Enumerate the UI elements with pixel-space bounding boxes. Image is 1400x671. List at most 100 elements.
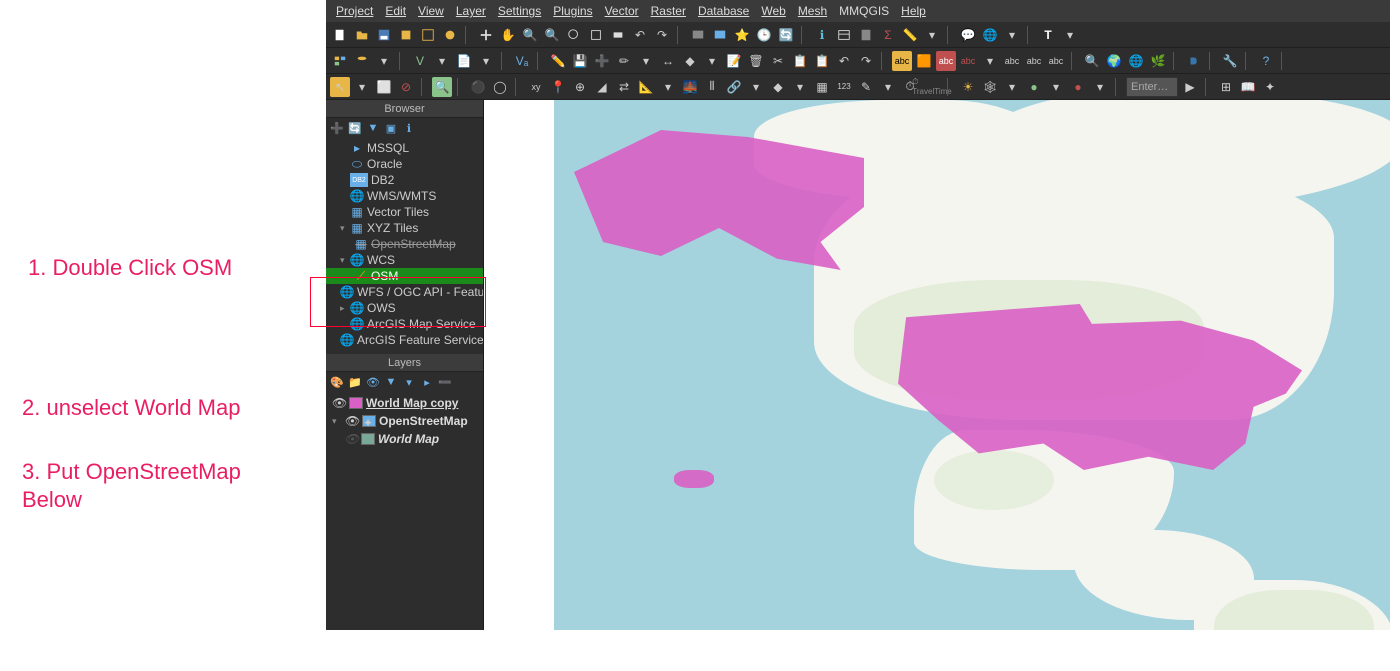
dropdown-icon[interactable]: ▾ — [702, 51, 722, 71]
deselect-all-icon[interactable]: ⊘ — [396, 77, 416, 97]
bridge-icon[interactable]: 🌉 — [680, 77, 700, 97]
browser-item-wms[interactable]: 🌐WMS/WMTS — [326, 188, 483, 204]
filter-browser-icon[interactable]: ▼ — [366, 121, 380, 135]
layout-manager-icon[interactable] — [418, 25, 438, 45]
menu-database[interactable]: Database — [692, 4, 755, 18]
visibility-toggle-icon[interactable]: 👁 — [345, 414, 359, 428]
route-icon[interactable]: 🔗 — [724, 77, 744, 97]
zoom-to-selection-icon[interactable] — [586, 25, 606, 45]
expression-run-icon[interactable]: ▶ — [1180, 77, 1200, 97]
menu-help[interactable]: Help — [895, 4, 932, 18]
zoom-next-icon[interactable]: ↷ — [652, 25, 672, 45]
traveltime-icon[interactable]: ⏱TravelTime — [922, 77, 942, 97]
conversion-icon[interactable]: ⇄ — [614, 77, 634, 97]
processing-circle-icon[interactable]: ◯ — [490, 77, 510, 97]
browser-item-vector-tiles[interactable]: ▦Vector Tiles — [326, 204, 483, 220]
save-edits-icon[interactable]: 💾 — [570, 51, 590, 71]
browser-item-xyz-tiles[interactable]: ▾▦XYZ Tiles — [326, 220, 483, 236]
browser-item-mssql[interactable]: ▸MSSQL — [326, 140, 483, 156]
change-label-icon[interactable]: abc — [1046, 51, 1066, 71]
python-console-icon[interactable] — [1184, 51, 1204, 71]
help-icon[interactable]: ? — [1256, 51, 1276, 71]
dropdown-icon[interactable]: ▾ — [922, 25, 942, 45]
browser-item-db2[interactable]: DB2DB2 — [326, 172, 483, 188]
map-tips-icon[interactable]: 💬 — [958, 25, 978, 45]
menu-mesh[interactable]: Mesh — [792, 4, 833, 18]
undo-icon[interactable]: ↶ — [834, 51, 854, 71]
dropdown-icon[interactable]: ▾ — [374, 51, 394, 71]
menu-vector[interactable]: Vector — [599, 4, 645, 18]
dropdown-icon[interactable]: ▾ — [980, 51, 1000, 71]
identify-icon[interactable]: ℹ — [812, 25, 832, 45]
digitize-icon[interactable]: ✏ — [614, 51, 634, 71]
dropdown-icon[interactable]: ▾ — [1002, 25, 1022, 45]
diagram-tool-icon[interactable]: 🟧 — [914, 51, 934, 71]
paste-features-icon[interactable]: 📋 — [812, 51, 832, 71]
globe-icon[interactable]: 🌐 — [980, 25, 1000, 45]
menu-plugins[interactable]: Plugins — [547, 4, 598, 18]
move-label-icon[interactable]: abc — [1002, 51, 1022, 71]
zoom-to-layer-icon[interactable] — [608, 25, 628, 45]
dropdown-icon[interactable]: ▾ — [476, 51, 496, 71]
refresh-browser-icon[interactable]: 🔄 — [348, 121, 362, 135]
label-123-icon[interactable]: 123 — [834, 77, 854, 97]
osm-place-search-icon[interactable]: 🌍 — [1104, 51, 1124, 71]
move-feature-icon[interactable]: ↔ — [658, 51, 678, 71]
browser-item-wcs[interactable]: ▾🌐WCS — [326, 252, 483, 268]
lat-lon-tool-icon[interactable]: 📍 — [548, 77, 568, 97]
dropdown-icon[interactable]: ▾ — [1046, 77, 1066, 97]
zoom-out-icon[interactable]: 🔍 — [542, 25, 562, 45]
rotate-label-icon[interactable]: abc — [1024, 51, 1044, 71]
plugin-1-icon[interactable]: 🔧 — [1220, 51, 1240, 71]
processing-black-icon[interactable]: ⚫ — [468, 77, 488, 97]
browser-item-ows[interactable]: ▸🌐OWS — [326, 300, 483, 316]
cut-features-icon[interactable]: ✂ — [768, 51, 788, 71]
deselect-icon[interactable]: ⬜ — [374, 77, 394, 97]
properties-widget-icon[interactable]: ℹ — [402, 121, 416, 135]
dropdown-icon[interactable]: ▾ — [1060, 25, 1080, 45]
zoom-in-icon[interactable]: 🔍 — [520, 25, 540, 45]
browser-item-wfs[interactable]: 🌐WFS / OGC API - Features — [326, 284, 483, 300]
dropdown-icon[interactable]: ▾ — [352, 77, 372, 97]
save-icon[interactable] — [374, 25, 394, 45]
label-pin-icon[interactable]: abc — [958, 51, 978, 71]
copy-features-icon[interactable]: 📋 — [790, 51, 810, 71]
heatmap-icon[interactable]: ☀ — [958, 77, 978, 97]
visibility-toggle-icon[interactable]: 👁 — [332, 396, 346, 410]
new-shapefile-icon[interactable]: 📄 — [454, 51, 474, 71]
dropdown-icon[interactable]: ▾ — [790, 77, 810, 97]
manage-visibility-icon[interactable]: 👁 — [366, 375, 380, 389]
grid-icon[interactable]: ⊞ — [1216, 77, 1236, 97]
vertex-tool-icon[interactable]: ◆ — [680, 51, 700, 71]
align-icon[interactable]: ⫴ — [702, 77, 722, 97]
dropdown-icon[interactable]: ▾ — [432, 51, 452, 71]
browser-item-wcs-osm[interactable]: ⟋OSM — [326, 268, 483, 284]
web-icon[interactable]: 🌐 — [1126, 51, 1146, 71]
filter-layers-icon[interactable]: ▼ — [384, 375, 398, 389]
decorations-icon[interactable]: ✦ — [1260, 77, 1280, 97]
dropdown-icon[interactable]: ▾ — [746, 77, 766, 97]
pan-icon[interactable] — [476, 25, 496, 45]
map-canvas[interactable] — [554, 100, 1390, 630]
label-highlight-icon[interactable]: abc — [936, 51, 956, 71]
refresh-icon[interactable]: 🔄 — [776, 25, 796, 45]
dropdown-icon[interactable]: ▾ — [636, 51, 656, 71]
measure-icon[interactable]: 📏 — [900, 25, 920, 45]
label-tool-icon[interactable]: abc — [892, 51, 912, 71]
new-print-layout-icon[interactable] — [396, 25, 416, 45]
attribute-table-icon[interactable] — [834, 25, 854, 45]
locate-icon[interactable]: 🔍 — [432, 77, 452, 97]
menu-web[interactable]: Web — [755, 4, 791, 18]
add-vector-icon[interactable]: V — [410, 51, 430, 71]
select-features-icon[interactable]: ↖ — [330, 77, 350, 97]
add-feature-icon[interactable]: ➕ — [592, 51, 612, 71]
atlas-icon[interactable]: 📖 — [1238, 77, 1258, 97]
xy-tool-icon[interactable]: xy — [526, 77, 546, 97]
menu-layer[interactable]: Layer — [450, 4, 492, 18]
data-source-manager-icon[interactable] — [330, 51, 350, 71]
buffer-icon[interactable]: ● — [1068, 77, 1088, 97]
topology-icon[interactable]: ▦ — [812, 77, 832, 97]
metasearch-icon[interactable]: 🔍 — [1082, 51, 1102, 71]
dropdown-icon[interactable]: ▾ — [878, 77, 898, 97]
field-calculator-icon[interactable] — [856, 25, 876, 45]
